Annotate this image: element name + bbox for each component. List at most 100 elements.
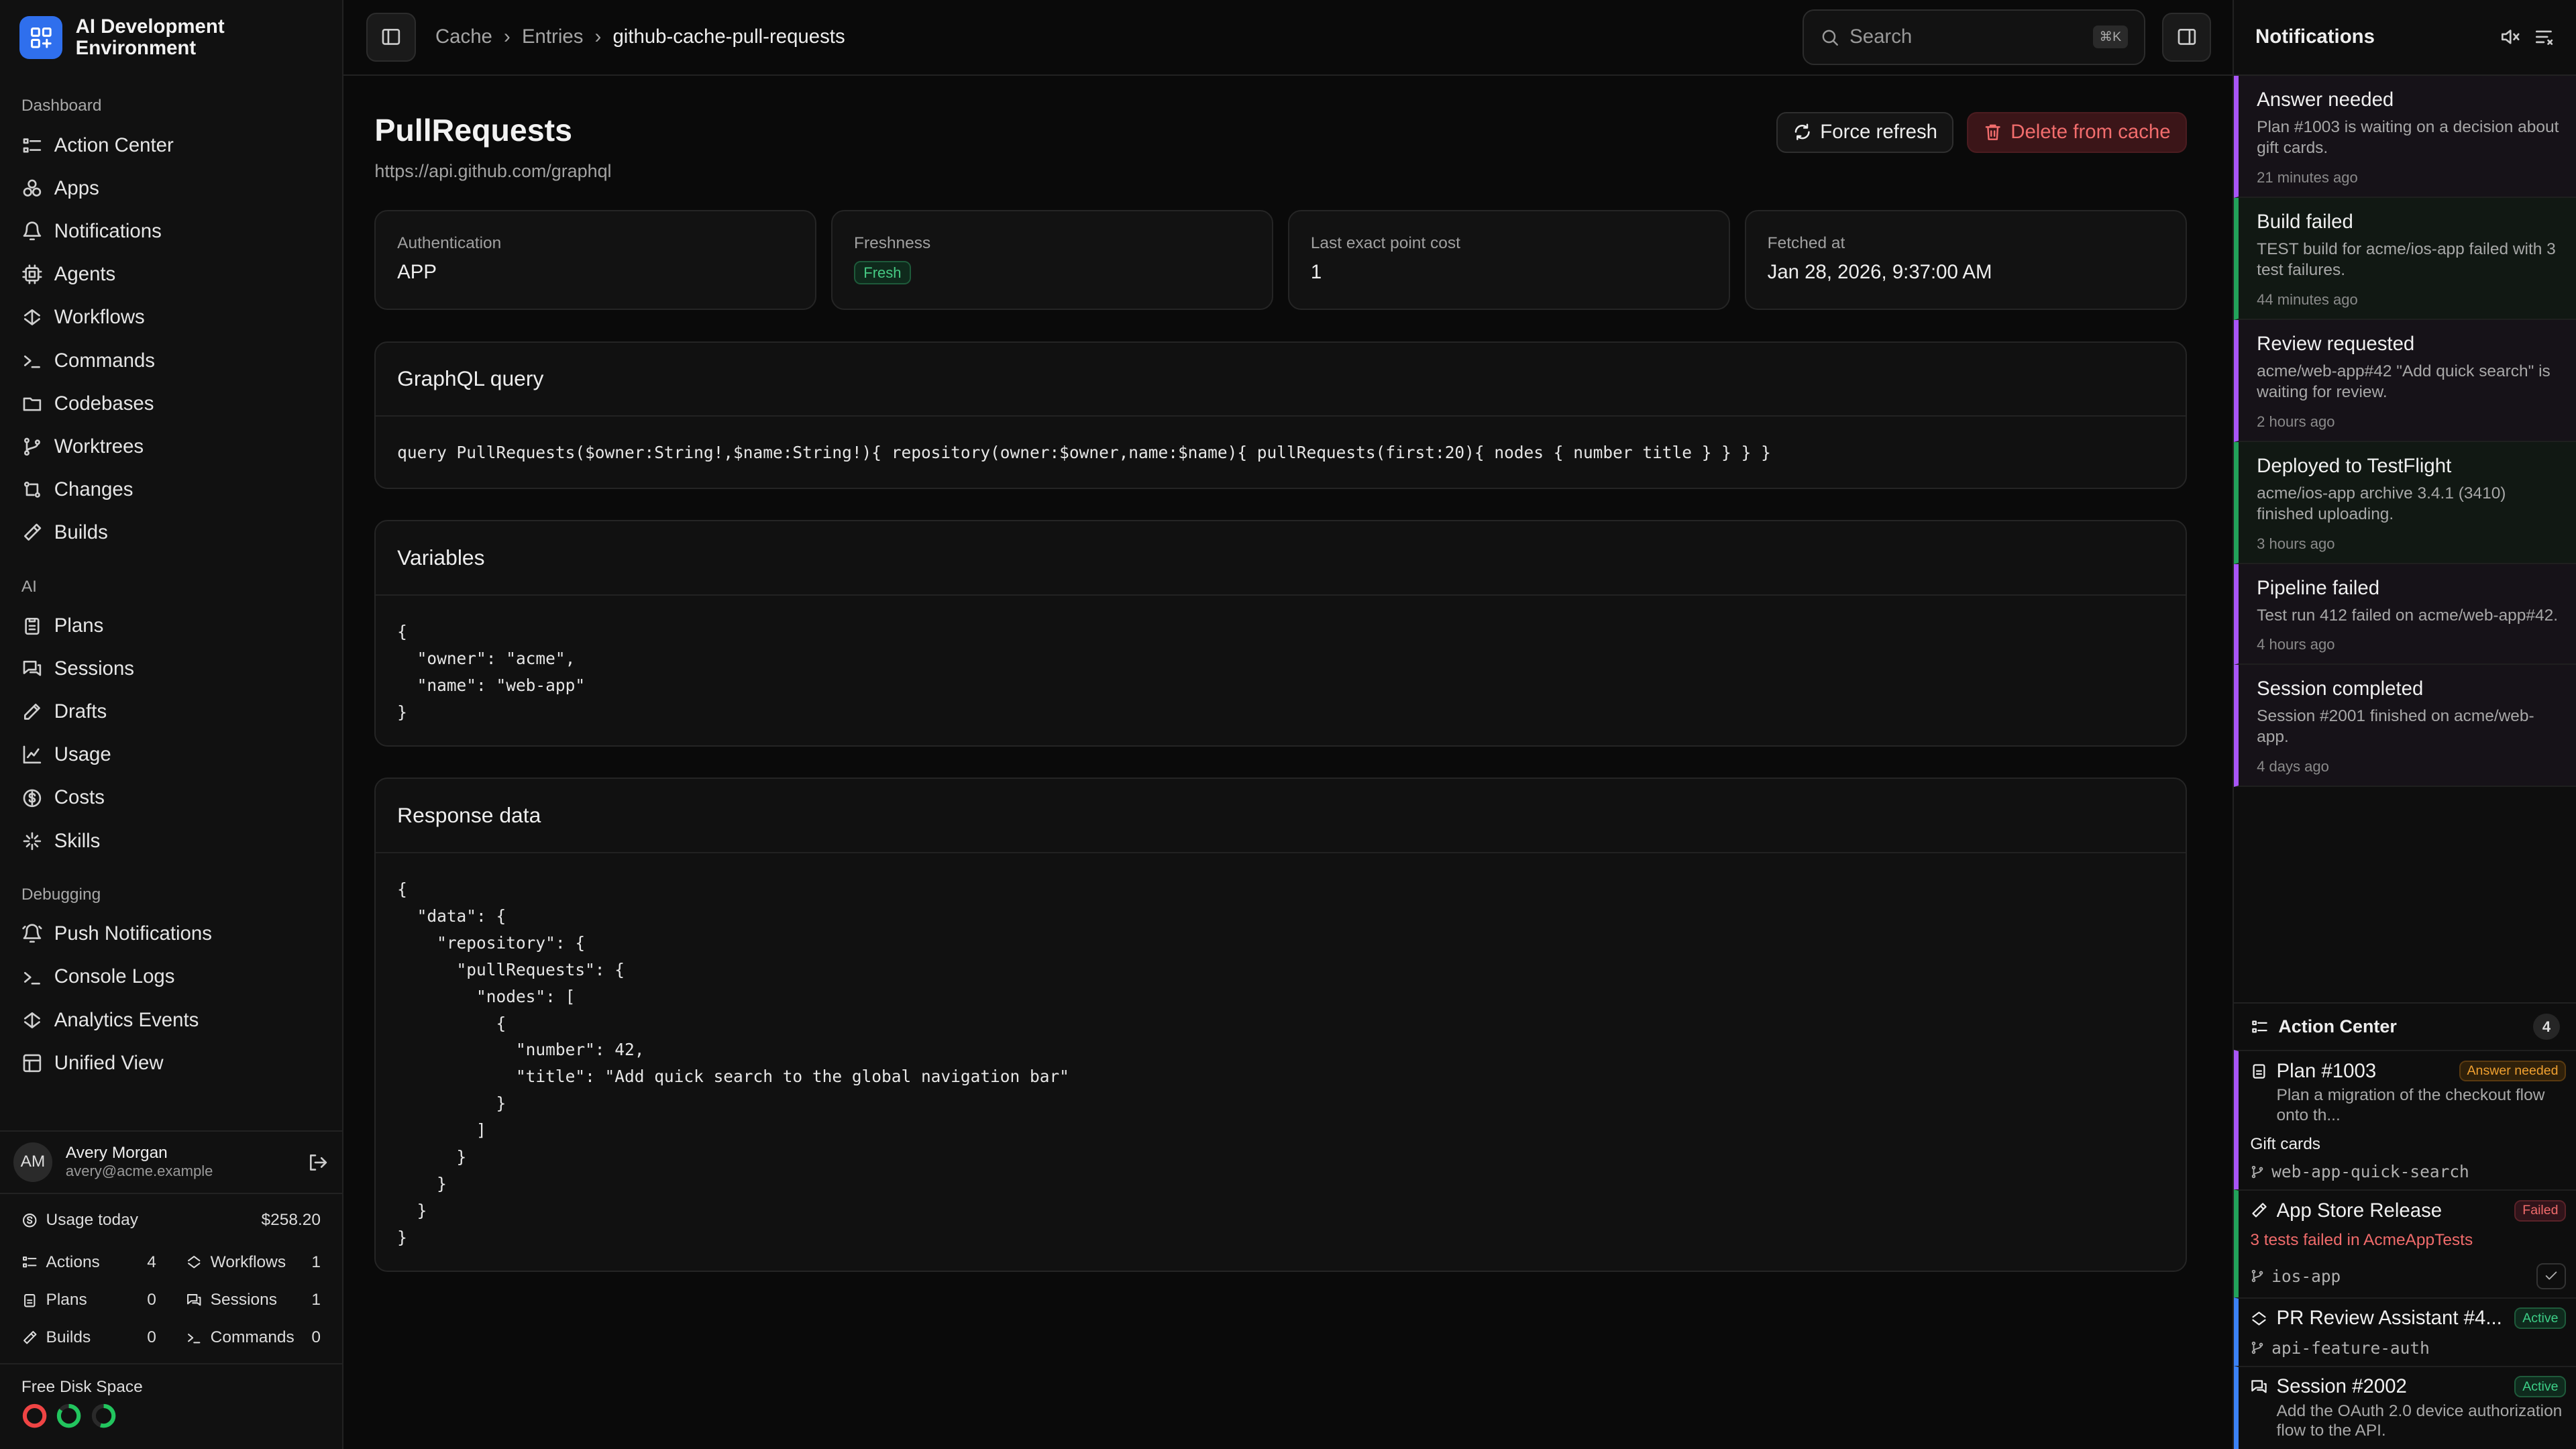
notification-desc: acme/web-app#42 "Add quick search" is wa… [2257, 362, 2551, 402]
notification-item[interactable]: Answer needed Plan #1003 is waiting on a … [2234, 75, 2576, 198]
force-refresh-button[interactable]: Force refresh [1776, 111, 1954, 153]
usage-stat-value: 0 [147, 1328, 156, 1347]
toggle-panel-button[interactable] [2161, 12, 2212, 62]
terminal-icon [23, 971, 40, 985]
action-desc: 3 tests failed in AcmeAppTests [2250, 1230, 2473, 1249]
user-email: avery@acme.example [65, 1163, 213, 1180]
notification-item[interactable]: Build failed TEST build for acme/ios-app … [2234, 197, 2576, 320]
app-title: AI Development Environment [75, 15, 225, 60]
sidebar-item-worktrees[interactable]: Worktrees [0, 425, 342, 468]
main-content: Cache › Entries › github-cache-pull-requ… [343, 0, 2233, 1449]
sidebar-item-action-center[interactable]: Action Center [0, 124, 342, 167]
sidebar-item-unified-view[interactable]: Unified View [0, 1042, 342, 1085]
sidebar-item-label: Push Notifications [54, 922, 212, 945]
refresh-icon [1794, 123, 1810, 141]
notification-item[interactable]: Review requested acme/web-app#42 "Add qui… [2234, 319, 2576, 442]
chat-icon [186, 1293, 201, 1306]
toggle-sidebar-button[interactable] [366, 12, 416, 62]
stat-key: Last exact point cost [1310, 233, 1460, 252]
approve-button[interactable] [2536, 1263, 2567, 1289]
search-icon [1822, 30, 1839, 46]
notification-desc: TEST build for acme/ios-app failed with … [2257, 239, 2556, 280]
user-profile[interactable]: AM Avery Morgan avery@acme.example [0, 1130, 342, 1193]
notification-item[interactable]: Session completed Session #2001 finished … [2234, 664, 2576, 787]
breadcrumb-entries[interactable]: Entries [522, 25, 583, 48]
stat-value: Jan 28, 2026, 9:37:00 AM [1767, 261, 1992, 284]
button-label: Delete from cache [2010, 121, 2171, 144]
breadcrumb-cache[interactable]: Cache [435, 25, 492, 48]
avatar: AM [13, 1142, 53, 1182]
stat-authentication: Authentication APP [374, 209, 817, 311]
disk-ring-2 [57, 1404, 81, 1428]
search-shortcut: ⌘K [2092, 25, 2128, 49]
sidebar-item-sessions[interactable]: Sessions [0, 647, 342, 690]
sidebar-item-analytics-events[interactable]: Analytics Events [0, 999, 342, 1042]
sidebar-item-commands[interactable]: Commands [0, 339, 342, 382]
response-code: { "data": { "repository": { "pullRequest… [397, 879, 1069, 1247]
sidebar-item-builds[interactable]: Builds [0, 511, 342, 554]
sidebar: AI Development Environment Dashboard Act… [0, 0, 343, 1449]
branch-icon [2252, 1341, 2263, 1354]
notification-title: Pipeline failed [2257, 577, 2380, 600]
disk-ring-3 [91, 1404, 115, 1428]
action-item[interactable]: Session #2002 Active Add the OAuth 2.0 de… [2234, 1365, 2576, 1449]
clear-all-icon[interactable] [2533, 26, 2555, 48]
notification-item[interactable]: Pipeline failed Test run 412 failed on ac… [2234, 564, 2576, 665]
stat-key: Freshness [854, 233, 931, 252]
action-branch: api-feature-auth [2271, 1338, 2430, 1358]
notifications-panel: Notifications Answer needed Plan #1003 is… [2233, 0, 2576, 1449]
notification-title: Deployed to TestFlight [2257, 455, 2452, 478]
edit-icon [23, 704, 40, 720]
workflow-icon [23, 309, 40, 326]
action-item[interactable]: PR Review Assistant #4... Active api-feat… [2234, 1297, 2576, 1366]
sidebar-item-plans[interactable]: Plans [0, 604, 342, 647]
bell-ring-icon [22, 924, 42, 943]
action-title: Plan #1003 [2276, 1059, 2377, 1082]
nav-group-dashboard: Dashboard [21, 97, 102, 115]
sidebar-item-changes[interactable]: Changes [0, 468, 342, 511]
sidebar-item-label: Plans [54, 614, 104, 637]
stat-fetched-at: Fetched at Jan 28, 2026, 9:37:00 AM [1744, 209, 2187, 311]
sidebar-item-costs[interactable]: Costs [0, 776, 342, 819]
sidebar-item-agents[interactable]: Agents [0, 253, 342, 296]
stat-key: Fetched at [1767, 233, 1845, 252]
usage-stat-value: 0 [311, 1328, 321, 1347]
usage-stat-workflows: Workflows 1 [186, 1243, 321, 1281]
branch-icon [2252, 1270, 2263, 1283]
logout-icon[interactable] [307, 1152, 329, 1173]
notification-desc: Test run 412 failed on acme/web-app#42. [2257, 606, 2559, 625]
nav-group-debugging: Debugging [21, 885, 101, 904]
search-input[interactable]: Search ⌘K [1802, 9, 2146, 65]
chat-icon [2251, 1380, 2267, 1393]
notification-item[interactable]: Deployed to TestFlight acme/ios-app archi… [2234, 441, 2576, 564]
sidebar-item-label: Builds [54, 521, 108, 544]
terminal-icon [23, 355, 40, 368]
sidebar-item-console-logs[interactable]: Console Logs [0, 955, 342, 998]
variables-code: { "owner": "acme", "name": "web-app" } [397, 621, 586, 722]
action-center-header[interactable]: Action Center 4 [2234, 1002, 2576, 1050]
usage-stat-sessions: Sessions 1 [186, 1281, 321, 1319]
action-item[interactable]: Plan #1003 Answer needed Plan a migration… [2234, 1050, 2576, 1190]
delete-from-cache-button[interactable]: Delete from cache [1966, 111, 2187, 153]
entry-detail: PullRequests https://api.github.com/grap… [343, 76, 2233, 1273]
sidebar-item-notifications[interactable]: Notifications [0, 210, 342, 253]
sidebar-item-apps[interactable]: Apps [0, 167, 342, 210]
sidebar-item-label: Sessions [54, 657, 134, 680]
clipboard-icon [25, 617, 40, 635]
status-badge: Active [2514, 1307, 2567, 1330]
sidebar-item-codebases[interactable]: Codebases [0, 382, 342, 425]
sidebar-item-label: Action Center [54, 133, 174, 156]
brand[interactable]: AI Development Environment [0, 0, 342, 76]
sidebar-item-workflows[interactable]: Workflows [0, 296, 342, 339]
notification-time: 4 days ago [2257, 758, 2329, 775]
notification-title: Build failed [2257, 211, 2353, 233]
apps-icon [23, 179, 42, 197]
action-item[interactable]: App Store Release Failed 3 tests failed i… [2234, 1189, 2576, 1298]
sidebar-item-skills[interactable]: Skills [0, 820, 342, 863]
sidebar-item-usage[interactable]: Usage [0, 733, 342, 776]
sidebar-item-push-notifications[interactable]: Push Notifications [0, 912, 342, 955]
sidebar-item-drafts[interactable]: Drafts [0, 690, 342, 733]
action-desc: Plan a migration of the checkout flow on… [2276, 1086, 2545, 1124]
mute-icon[interactable] [2499, 26, 2520, 48]
list-icon [2251, 1020, 2267, 1033]
